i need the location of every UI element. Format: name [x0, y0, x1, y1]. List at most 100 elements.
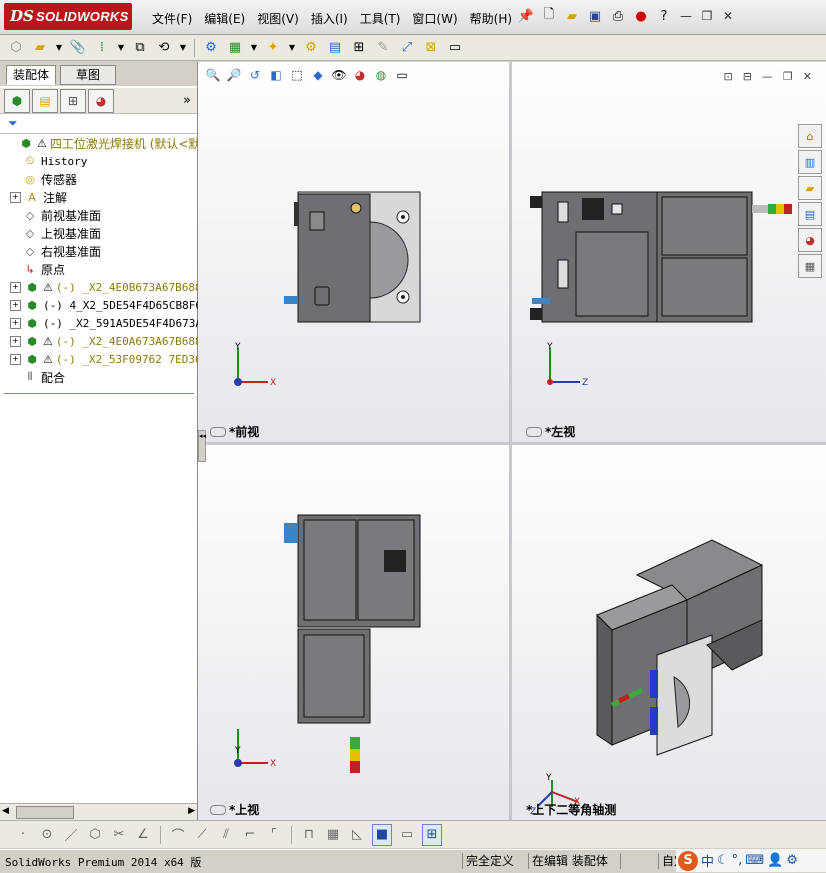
viewport-iso[interactable]: Y X Z *上下二等角轴测: [512, 445, 826, 820]
viewport-top[interactable]: Y X *上视: [198, 445, 509, 820]
window-view-icon[interactable]: ▭: [398, 825, 416, 845]
sogou-ime-icon[interactable]: S: [678, 850, 698, 871]
keyboard-icon[interactable]: ⌨: [745, 853, 764, 868]
chamfer-icon[interactable]: ⟋: [193, 825, 211, 845]
user-icon[interactable]: 👤: [767, 853, 783, 868]
pattern-icon[interactable]: ⁞: [92, 38, 112, 58]
scroll-left-icon[interactable]: ◀: [2, 806, 9, 816]
appearances-icon[interactable]: ◕: [798, 228, 822, 252]
point-icon[interactable]: ·: [14, 825, 32, 845]
viewport-splitter-vertical[interactable]: [509, 62, 512, 820]
help-icon[interactable]: ?: [654, 6, 674, 26]
custom-properties-icon[interactable]: ▦: [798, 254, 822, 278]
tab-assembly[interactable]: 装配体: [6, 65, 57, 85]
smart-fasteners-icon[interactable]: ⚙: [201, 38, 221, 58]
viewport-front[interactable]: 🔍 🔎 ↺ ◧ ⬚ ◆ 👁 ◕ ◍ ▭ Y X *前视: [198, 62, 509, 442]
chevron-down-icon[interactable]: ▼: [116, 38, 126, 58]
rotate-component-icon[interactable]: ⟲: [154, 38, 174, 58]
viewport-splitter-horizontal[interactable]: [198, 442, 826, 445]
offset-icon[interactable]: ⫽: [217, 825, 235, 845]
menu-help[interactable]: 帮助(H): [464, 8, 518, 29]
restore-icon[interactable]: ❐: [698, 7, 716, 25]
filter-bar[interactable]: ⏷: [0, 115, 197, 134]
view-palette-icon[interactable]: ▤: [798, 202, 822, 226]
feature-manager-icon[interactable]: ⬢: [4, 88, 30, 113]
fillet-icon[interactable]: ⌒: [169, 825, 187, 845]
minimize-icon[interactable]: —: [677, 7, 695, 25]
scroll-right-icon[interactable]: ▶: [188, 806, 195, 816]
expand-icon[interactable]: +: [10, 335, 21, 347]
triangle-icon[interactable]: ◺: [348, 825, 366, 845]
tree-node[interactable]: + ⬢ ⚠ (-) _X2_53F09762 7ED3678: [4, 350, 215, 368]
mate-icon[interactable]: 📎: [68, 38, 88, 58]
tree-node[interactable]: + ⬢ ⚠ (-) _X2_4E0B673A67B6880: [4, 278, 208, 296]
moon-icon[interactable]: ☾: [717, 853, 729, 868]
save-icon[interactable]: ▣: [585, 6, 605, 26]
circle-icon[interactable]: ⊙: [38, 825, 56, 845]
open-icon[interactable]: ▰: [562, 6, 582, 26]
chevron-down-icon[interactable]: ▼: [54, 38, 64, 58]
move-component-icon[interactable]: ⧉: [130, 38, 150, 58]
tree-node[interactable]: + A 注解: [4, 188, 67, 206]
grid-icon[interactable]: ▦: [324, 825, 342, 845]
tiled-view-icon[interactable]: ⊞: [422, 823, 442, 846]
link-views-icon[interactable]: [210, 426, 226, 437]
instant3d-icon[interactable]: ⤢: [397, 38, 417, 58]
explode-view-icon[interactable]: ▤: [325, 38, 345, 58]
pin-icon[interactable]: 📌: [516, 6, 536, 26]
expand-icon[interactable]: +: [10, 191, 21, 203]
tree-node[interactable]: ⫴ 配合: [4, 368, 65, 386]
panel-collapse-handle[interactable]: ◂◂: [198, 430, 206, 462]
print-icon[interactable]: ⎙: [608, 6, 628, 26]
solidworks-logo[interactable]: DS SOLIDWORKS: [4, 3, 132, 30]
file-properties-icon[interactable]: ▭: [445, 38, 465, 58]
interference-icon[interactable]: ⚙: [301, 38, 321, 58]
expand-icon[interactable]: +: [10, 353, 21, 365]
file-explorer-icon[interactable]: ▰: [798, 176, 822, 200]
tree-node[interactable]: ⏲ History: [4, 152, 88, 170]
horizontal-scrollbar[interactable]: ◀ ▶: [0, 803, 197, 821]
insert-component-icon[interactable]: ▰: [30, 38, 50, 58]
configuration-manager-icon[interactable]: ⊞: [60, 88, 86, 113]
menu-edit[interactable]: 编辑(E): [198, 8, 251, 29]
punctuation-icon[interactable]: °,: [732, 853, 743, 868]
design-library-icon[interactable]: ▥: [798, 150, 822, 174]
display-manager-icon[interactable]: ◕: [88, 88, 114, 113]
expand-panel-icon[interactable]: »: [183, 93, 191, 108]
menu-view[interactable]: 视图(V): [251, 8, 305, 29]
trim-icon[interactable]: ✂: [110, 825, 128, 845]
link-views-icon[interactable]: [210, 804, 226, 815]
dimension-icon[interactable]: ⊓: [300, 825, 318, 845]
settings-icon[interactable]: ⚙: [786, 853, 798, 868]
expand-icon[interactable]: +: [10, 299, 21, 311]
line-icon[interactable]: ／: [62, 825, 80, 845]
tree-node[interactable]: + ⬢ ⚠ (-) _X2_4E0A673A67B6880: [4, 332, 208, 350]
reference-geometry-icon[interactable]: ✦: [263, 38, 283, 58]
property-manager-icon[interactable]: ▤: [32, 88, 58, 113]
angle-icon[interactable]: ∠: [134, 825, 152, 845]
tree-node[interactable]: + ⬢ (-) _X2_591A5DE54F4D673A5I: [4, 314, 215, 332]
tree-node[interactable]: ◇ 上视基准面: [4, 224, 101, 242]
tree-node[interactable]: + ⬢ (-) 4_X2_5DE54F4D65CB8F6C5: [4, 296, 215, 314]
construction-icon[interactable]: ⌜: [265, 825, 283, 845]
menu-tools[interactable]: 工具(T): [354, 8, 407, 29]
new-document-icon[interactable]: 🗋: [539, 6, 559, 26]
solidworks-resources-icon[interactable]: ⌂: [798, 124, 822, 148]
graphics-area[interactable]: 🔍 🔎 ↺ ◧ ⬚ ◆ 👁 ◕ ◍ ▭ Y X *前视 ⊡ ⊟ — ❐ ✕ Y …: [198, 62, 826, 820]
expand-icon[interactable]: +: [10, 281, 21, 293]
expand-icon[interactable]: +: [10, 317, 21, 329]
close-icon[interactable]: ✕: [719, 7, 737, 25]
menu-file[interactable]: 文件(F): [146, 8, 198, 29]
link-views-icon[interactable]: [526, 426, 542, 437]
tree-node[interactable]: ◇ 前视基准面: [4, 206, 101, 224]
tab-sketch[interactable]: 草图: [60, 65, 116, 85]
chevron-down-icon[interactable]: ▼: [178, 38, 188, 58]
viewport-left[interactable]: ⊡ ⊟ — ❐ ✕ Y Z *左视: [512, 62, 826, 442]
filter-icon[interactable]: ⏷: [8, 116, 18, 131]
polygon-icon[interactable]: ⬡: [86, 825, 104, 845]
menu-insert[interactable]: 插入(I): [305, 8, 354, 29]
ime-language[interactable]: 中: [701, 851, 714, 870]
bill-of-materials-icon[interactable]: ⊞: [349, 38, 369, 58]
assembly-features-icon[interactable]: ▦: [225, 38, 245, 58]
shaded-view-icon[interactable]: ■: [372, 823, 392, 846]
